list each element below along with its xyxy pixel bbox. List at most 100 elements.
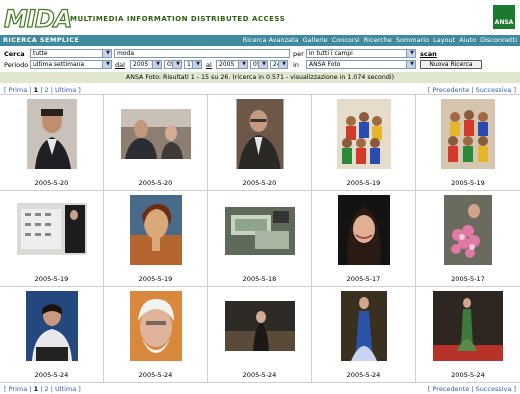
nav-link-layout[interactable]: Layout: [433, 36, 455, 44]
period-select[interactable]: ultima settimana ▼: [30, 60, 112, 69]
pager-separator: |: [40, 86, 43, 94]
field-select[interactable]: In tutti i campi ▼: [306, 49, 416, 58]
photo-thumbnail[interactable]: [337, 195, 390, 265]
pager-last-link[interactable]: Ultima: [55, 385, 76, 393]
pager-bottom-left: [ Prima | 1 | 2 | Ultima ]: [4, 385, 81, 393]
photo-thumbnail[interactable]: [433, 291, 503, 361]
from-day-value: 17: [187, 61, 195, 68]
photo-thumbnail[interactable]: [236, 99, 283, 169]
from-year-value: 2005: [133, 61, 149, 68]
photo-thumbnail[interactable]: [16, 203, 87, 255]
field-select-value: In tutti i campi: [309, 50, 353, 57]
pager-separator: |: [29, 385, 32, 393]
photo-thumbnail[interactable]: [441, 99, 495, 169]
photo-image: [336, 99, 391, 169]
photo-cell[interactable]: 2005-5-19: [0, 191, 104, 287]
nav-link-aiuto[interactable]: Aiuto: [459, 36, 476, 44]
to-year-value: 2005: [219, 61, 235, 68]
photo-cell[interactable]: 2005-5-24: [416, 287, 520, 383]
pager-separator: |: [50, 86, 53, 94]
pager-first-link[interactable]: Prima: [9, 86, 28, 94]
pager-page-2-link[interactable]: 2: [44, 86, 48, 94]
nav-link-concorsi[interactable]: Concorsi: [332, 36, 360, 44]
pager-last-link[interactable]: Ultima: [55, 86, 76, 94]
to-month-select[interactable]: 05 ▼: [250, 60, 268, 69]
photo-date: 2005-5-20: [242, 179, 277, 187]
photo-cell[interactable]: 2005-5-20: [208, 95, 312, 191]
photo-cell[interactable]: 2005-5-20: [0, 95, 104, 191]
photo-cell[interactable]: 2005-5-19: [104, 191, 208, 287]
pager-prev-link[interactable]: Precedente: [433, 86, 470, 94]
from-year-select[interactable]: 2005 ▼: [130, 60, 162, 69]
archive-select[interactable]: ANSA Foto ▼: [306, 60, 416, 69]
pager-first-link[interactable]: Prima: [9, 385, 28, 393]
per-label: per: [293, 50, 304, 58]
photo-cell[interactable]: 2005-5-20: [104, 95, 208, 191]
photo-thumbnail[interactable]: [129, 291, 182, 361]
pager-page-2-link[interactable]: 2: [44, 385, 48, 393]
photo-thumbnail[interactable]: [444, 195, 492, 265]
photo-thumbnail[interactable]: [336, 99, 391, 169]
pager-next-link[interactable]: Successiva: [476, 385, 512, 393]
nav-link-disconnetti[interactable]: Disconnetti: [480, 36, 517, 44]
to-year-select[interactable]: 2005 ▼: [216, 60, 248, 69]
pager-page-1: 1: [33, 86, 39, 94]
al-link[interactable]: al: [206, 61, 212, 69]
photo-thumbnail[interactable]: [25, 291, 78, 361]
pager-page-1: 1: [33, 385, 39, 393]
photo-thumbnail[interactable]: [224, 301, 295, 351]
periodo-label: Periodo: [4, 61, 29, 69]
nav-link-gallerie[interactable]: Gallerie: [303, 36, 328, 44]
photo-thumbnail[interactable]: [26, 99, 77, 169]
photo-cell[interactable]: 2005-5-24: [104, 287, 208, 383]
search-form: Cerca tutte ▼ moda per In tutti i campi ▼ …: [0, 47, 520, 72]
photo-date: 2005-5-17: [346, 275, 381, 283]
photo-thumbnail[interactable]: [129, 195, 182, 265]
mida-logo[interactable]: MIDA: [3, 4, 73, 33]
app-header: MIDA MULTIMEDIA INFORMATION DISTRIBUTED …: [0, 0, 520, 34]
chevron-down-icon: ▼: [196, 61, 200, 67]
photo-image: [444, 195, 492, 265]
photo-cell[interactable]: 2005-5-17: [312, 191, 416, 287]
photo-image: [26, 99, 77, 169]
photo-image: [236, 99, 283, 169]
ansa-logo[interactable]: ANSA: [493, 5, 515, 29]
photo-cell[interactable]: 2005-5-24: [208, 287, 312, 383]
scan-link[interactable]: scan: [420, 50, 437, 58]
pager-separator: |: [50, 385, 53, 393]
pager-next-link[interactable]: Successiva: [476, 86, 512, 94]
photo-cell[interactable]: 2005-5-24: [312, 287, 416, 383]
mode-select-value: tutte: [33, 50, 48, 57]
new-search-button[interactable]: Nuova Ricerca: [420, 60, 482, 69]
nav-link-ricerche[interactable]: Ricerche: [364, 36, 392, 44]
photo-date: 2005-5-24: [346, 371, 381, 379]
photo-cell[interactable]: 2005-5-17: [416, 191, 520, 287]
result-summary: ANSA Foto: Risultati 1 - 15 su 26. (rice…: [0, 72, 520, 83]
to-month-value: 05: [253, 61, 261, 68]
photo-date: 2005-5-19: [34, 275, 69, 283]
photo-cell[interactable]: 2005-5-19: [312, 95, 416, 191]
photo-cell[interactable]: 2005-5-19: [416, 95, 520, 191]
dal-link[interactable]: dal: [115, 61, 125, 69]
photo-cell[interactable]: 2005-5-18: [208, 191, 312, 287]
nav-link-sommario[interactable]: Sommario: [396, 36, 429, 44]
query-input[interactable]: moda: [114, 49, 290, 58]
photo-thumbnail[interactable]: [224, 207, 295, 255]
chevron-down-icon: ▼: [410, 50, 414, 56]
from-day-select[interactable]: 17 ▼: [184, 60, 202, 69]
photo-image: [129, 291, 182, 361]
nav-link-ricerca-avanzata[interactable]: Ricerca Avanzata: [243, 36, 299, 44]
bracket-open: [: [427, 385, 431, 393]
to-day-select[interactable]: 24 ▼: [270, 60, 288, 69]
photo-thumbnail[interactable]: [340, 291, 387, 361]
photo-image: [224, 301, 295, 351]
photo-date: 2005-5-20: [34, 179, 69, 187]
mode-select[interactable]: tutte ▼: [30, 49, 112, 58]
pager-prev-link[interactable]: Precedente: [433, 385, 470, 393]
from-month-select[interactable]: 05 ▼: [164, 60, 182, 69]
photo-thumbnail[interactable]: [120, 109, 191, 159]
bracket-close: ]: [78, 86, 81, 94]
pager-top: [ Prima | 1 | 2 | Ultima ] [ Precedente …: [0, 85, 520, 94]
photo-cell[interactable]: 2005-5-24: [0, 287, 104, 383]
cerca-label: Cerca: [4, 50, 25, 58]
